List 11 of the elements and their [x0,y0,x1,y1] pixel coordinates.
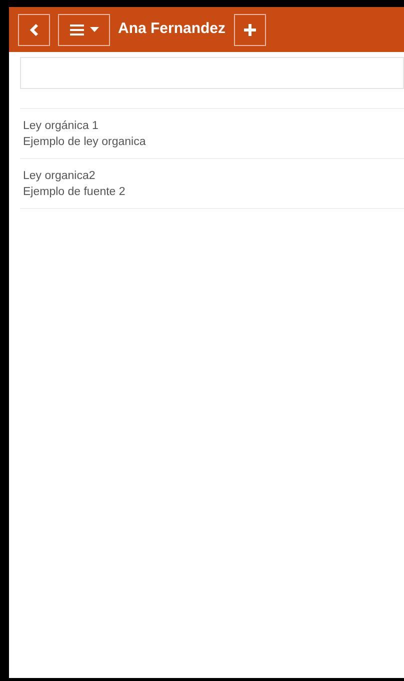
caret-icon [90,27,98,32]
add-button[interactable] [234,14,266,46]
back-icon [29,22,39,36]
back-button[interactable] [18,14,50,46]
plus-icon [242,22,257,36]
list-item[interactable]: Ley organica2 Ejemplo de fuente 2 [20,159,404,209]
list-item[interactable]: Ley orgánica 1 Ejemplo de ley organica [20,109,404,159]
menu-icon [70,24,84,36]
search-field[interactable] [20,57,404,89]
header-title: Ana Fernandez [118,19,226,40]
menu-button[interactable] [58,14,110,46]
